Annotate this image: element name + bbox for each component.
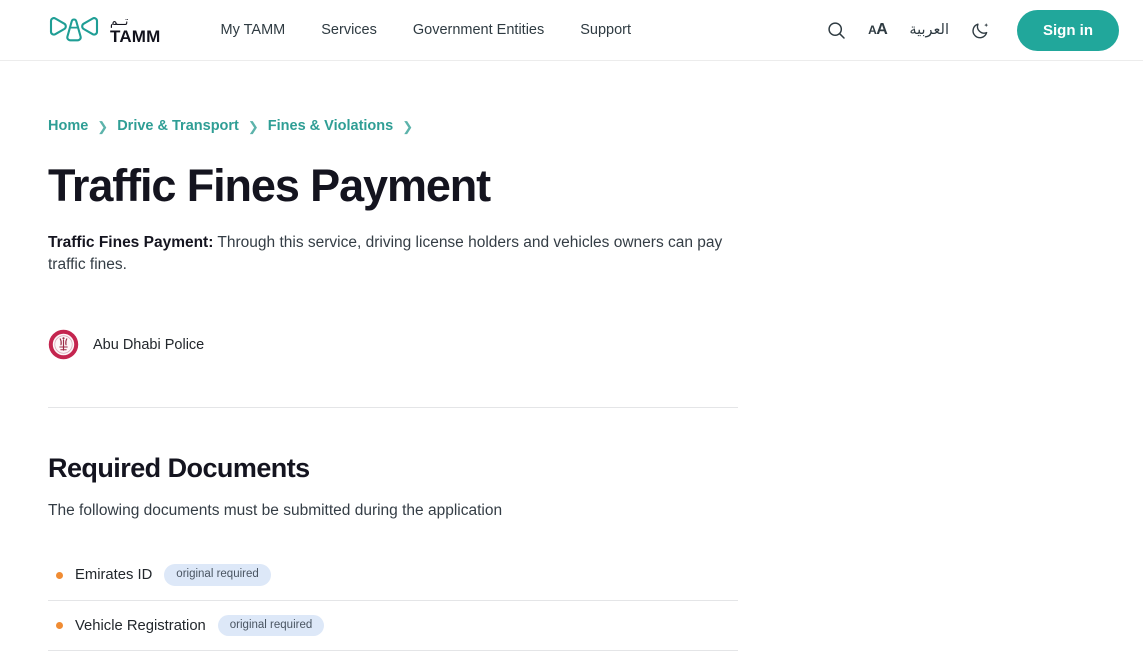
moon-icon[interactable] [971, 20, 991, 40]
tamm-wings-logo-icon [48, 15, 100, 45]
list-divider [48, 650, 738, 652]
search-icon[interactable] [827, 21, 846, 40]
breadcrumb-separator-icon: ❯ [97, 118, 109, 134]
breadcrumb-item-home[interactable]: Home [48, 118, 88, 134]
breadcrumb-item-drive-transport[interactable]: Drive & Transport [117, 118, 239, 134]
list-item[interactable]: Emirates ID original required [48, 550, 738, 600]
required-documents-heading: Required Documents [48, 453, 310, 484]
status-badge: original required [164, 564, 271, 586]
required-documents-list: Emirates ID original required Vehicle Re… [48, 550, 738, 652]
service-description: Traffic Fines Payment: Through this serv… [48, 232, 728, 278]
abu-dhabi-police-emblem-icon [48, 329, 79, 360]
main-navigation: My TAMM Services Government Entities Sup… [221, 22, 828, 38]
tamm-wordmark: تــم TAMM [110, 15, 161, 45]
required-documents-subtitle: The following documents must be submitte… [48, 502, 503, 520]
sign-in-button[interactable]: Sign in [1017, 9, 1119, 51]
document-name: Emirates ID [75, 567, 153, 583]
breadcrumb-separator-icon: ❯ [402, 118, 414, 134]
list-item[interactable]: Vehicle Registration original required [48, 601, 738, 651]
service-provider[interactable]: Abu Dhabi Police [48, 329, 738, 360]
bullet-icon [56, 571, 63, 579]
bullet-icon [56, 622, 63, 629]
page-title: Traffic Fines Payment [48, 160, 491, 211]
breadcrumb-item-fines-violations[interactable]: Fines & Violations [268, 118, 393, 134]
status-badge: original required [217, 614, 325, 637]
document-name: Vehicle Registration [75, 617, 206, 634]
nav-item-my-tamm[interactable]: My TAMM [221, 22, 286, 38]
tamm-logo[interactable]: تــم TAMM [48, 15, 161, 45]
text-size-large-label: A [876, 21, 888, 38]
nav-item-support[interactable]: Support [580, 22, 631, 38]
service-description-lead: Traffic Fines Payment: [48, 233, 214, 251]
nav-item-government-entities[interactable]: Government Entities [413, 22, 544, 38]
breadcrumb: Home ❯ Drive & Transport ❯ Fines & Viola… [48, 118, 738, 134]
page-content: Home ❯ Drive & Transport ❯ Fines & Viola… [0, 118, 1143, 652]
section-divider [48, 407, 738, 409]
nav-item-services[interactable]: Services [321, 22, 377, 38]
text-size-toggle[interactable]: AA [868, 21, 888, 38]
breadcrumb-separator-icon: ❯ [247, 118, 259, 134]
site-header: تــم TAMM My TAMM Services Government En… [0, 0, 1143, 61]
tamm-wordmark-latin: TAMM [110, 27, 161, 46]
service-provider-name: Abu Dhabi Police [93, 336, 205, 353]
header-actions: AA العربية Sign in [827, 9, 1119, 51]
language-switch-arabic[interactable]: العربية [909, 22, 949, 38]
content-column: Home ❯ Drive & Transport ❯ Fines & Viola… [48, 118, 738, 652]
